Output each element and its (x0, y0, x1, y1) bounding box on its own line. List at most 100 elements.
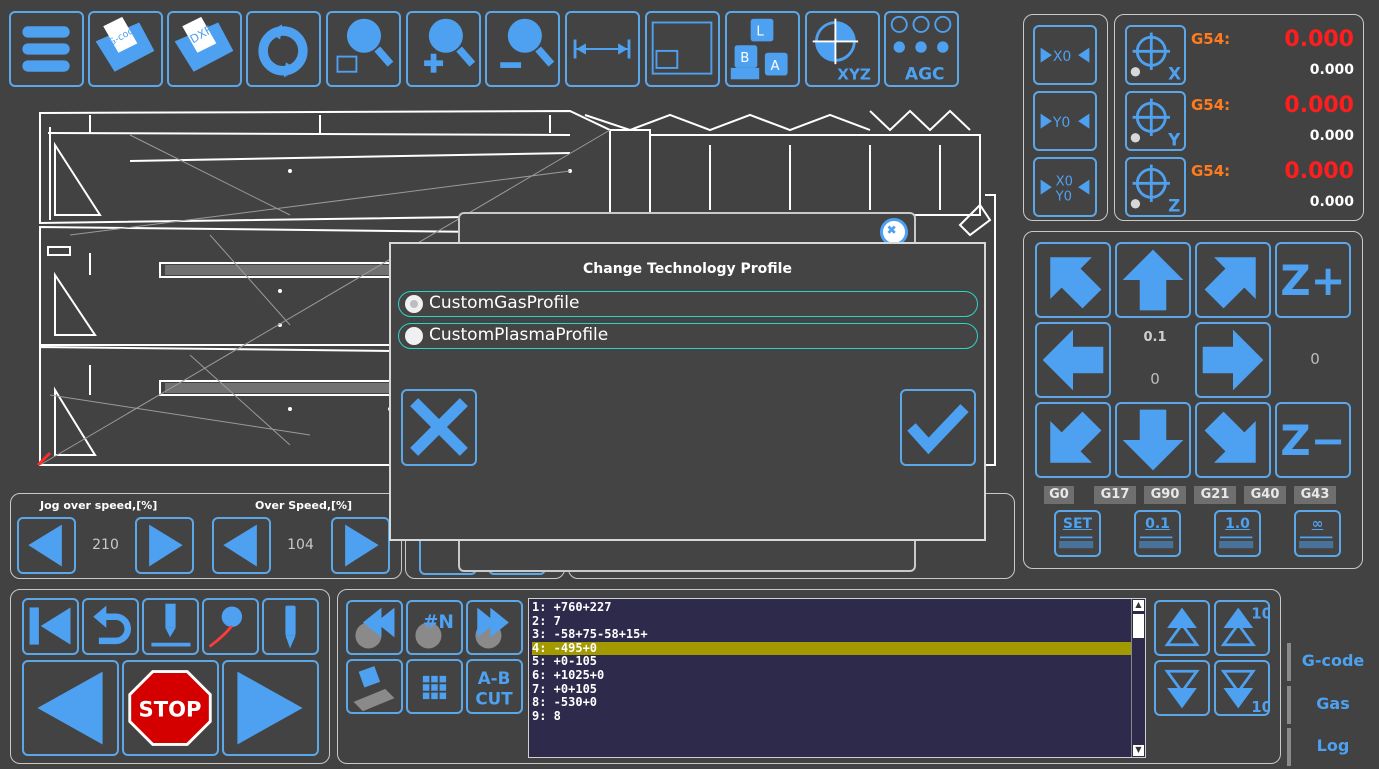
double-arrow-up-icon: 10 (1220, 605, 1268, 647)
return-button[interactable] (82, 598, 139, 655)
run-forward-button[interactable] (222, 660, 319, 756)
tab-gas[interactable]: Gas (1294, 694, 1372, 713)
over-speed-increase-button[interactable] (331, 517, 390, 574)
listing-scrollbar[interactable]: ▲ ▼ (1131, 599, 1145, 757)
zoom-in-button[interactable] (406, 11, 481, 87)
layers-button[interactable]: L B A (725, 11, 800, 87)
set-x0y0-button[interactable]: X0 Y0 (1033, 157, 1097, 217)
tab-log[interactable]: Log (1294, 736, 1372, 755)
torch-button-3[interactable] (262, 598, 319, 655)
ok-button[interactable] (900, 389, 976, 466)
gear-number-icon: #N (415, 612, 454, 649)
program-line[interactable]: 2: 7 (532, 614, 1134, 629)
fit-view-button[interactable] (645, 11, 720, 87)
tab-indicator (1287, 643, 1291, 681)
jog-down-button[interactable] (1115, 402, 1191, 478)
agc-button[interactable]: AGC (884, 11, 959, 87)
jog-speed-increase-button[interactable] (135, 517, 194, 574)
fit-view-icon (651, 21, 713, 75)
jog-up-button[interactable] (1115, 242, 1191, 318)
rotate-sheet-button[interactable] (346, 659, 403, 714)
zoom-window-button[interactable] (326, 11, 401, 87)
profile-option-plasma[interactable]: CustomPlasmaProfile (398, 323, 978, 349)
open-dxf-button[interactable]: DXF (167, 11, 242, 87)
profile-option-gas[interactable]: CustomGasProfile (398, 291, 978, 317)
menu-button[interactable] (9, 11, 84, 87)
program-line[interactable]: 3: -58+75-58+15+ (532, 628, 1134, 642)
program-line[interactable]: 5: +0-105 (532, 655, 1134, 669)
goto-line-button[interactable]: #N (406, 600, 463, 655)
set-y0-button[interactable]: Y0 (1033, 91, 1097, 151)
jog-down-left-button[interactable] (1035, 402, 1111, 478)
jog-z-plus-button[interactable]: Z+ (1275, 242, 1351, 318)
line-down-10-button[interactable]: 10 (1214, 660, 1270, 716)
step-size-button[interactable]: 0.1 (1134, 510, 1181, 557)
torch-pierce-icon (151, 603, 191, 647)
program-line[interactable]: 6: +1025+0 (532, 668, 1134, 683)
svg-text:Y: Y (1167, 129, 1181, 149)
program-line[interactable]: 8: -530+0 (532, 696, 1134, 710)
arrow-left-icon (1042, 329, 1104, 391)
gcode-listing[interactable]: 1: +760+227 2: 7 3: -58+75-58+15+ 4: -495+0… (528, 598, 1146, 758)
scroll-thumb[interactable] (1133, 614, 1144, 638)
gear-rewind-icon (355, 607, 395, 649)
coord-label: G54: (1191, 30, 1231, 48)
jog-right-button[interactable] (1195, 322, 1271, 398)
tab-g-code[interactable]: G-code (1294, 651, 1372, 670)
scroll-up-icon[interactable]: ▲ (1133, 600, 1144, 611)
home-y-button[interactable]: Y (1125, 91, 1186, 151)
line-down-button[interactable] (1154, 660, 1210, 716)
step-size-button[interactable]: 1.0 (1214, 510, 1261, 557)
over-speed-label: Over Speed,[%] (255, 499, 353, 512)
program-line[interactable]: 1: +760+227 (532, 600, 1134, 615)
home-z-button[interactable]: Z (1125, 157, 1186, 217)
scroll-down-icon[interactable]: ▼ (1133, 745, 1144, 756)
double-arrow-down-icon: 10 (1220, 669, 1268, 714)
path-button[interactable] (202, 598, 259, 655)
dxf-folder-icon: DXF (174, 16, 234, 72)
svg-text:#N: #N (423, 612, 454, 633)
jog-z-minus-button[interactable]: Z− (1275, 402, 1351, 478)
prev-contour-button[interactable] (346, 600, 403, 655)
stop-button[interactable]: STOP (122, 660, 219, 756)
jog-speed-decrease-button[interactable] (17, 517, 76, 574)
pierce-button[interactable] (142, 598, 199, 655)
zoom-out-button[interactable] (485, 11, 560, 87)
measure-icon (573, 39, 631, 59)
zoom-out-icon (500, 18, 555, 68)
arrow-down-icon (1122, 409, 1184, 471)
jog-step-label: 0.1 (1143, 330, 1167, 345)
array-button[interactable] (406, 659, 463, 714)
program-line[interactable]: 4: -495+0 (532, 641, 1134, 656)
program-line[interactable]: 7: +0+105 (532, 682, 1134, 697)
jog-up-right-button[interactable] (1195, 242, 1271, 318)
jog-up-left-button[interactable] (1035, 242, 1111, 318)
ab-cut-button[interactable]: A-B CUT (466, 659, 523, 714)
reload-button[interactable] (246, 11, 321, 87)
rewind-start-button[interactable] (22, 598, 79, 655)
jog-down-right-button[interactable] (1195, 402, 1271, 478)
grid-icon (422, 675, 447, 700)
run-backward-button[interactable] (22, 660, 119, 756)
step-size-button[interactable]: SET (1054, 510, 1101, 557)
xyz-button[interactable]: XYZ (805, 11, 880, 87)
step-size-button[interactable]: ∞ (1294, 510, 1341, 557)
open-gcode-button[interactable]: G-code (88, 11, 163, 87)
cancel-button[interactable] (401, 389, 477, 466)
measure-button[interactable] (565, 11, 640, 87)
profile-option-label: CustomGasProfile (429, 293, 580, 313)
program-line[interactable]: 9: 8 (532, 709, 1134, 724)
svg-text:B: B (740, 51, 749, 66)
z-plus-icon: Z+ (1280, 256, 1345, 305)
svg-text:AGC: AGC (905, 64, 945, 84)
jog-left-button[interactable] (1035, 322, 1111, 398)
line-up-button[interactable] (1154, 600, 1210, 656)
hamburger-icon (22, 26, 70, 72)
xyz-target-icon: XYZ (812, 18, 871, 83)
home-x-button[interactable]: X (1125, 25, 1186, 85)
set-x0-button[interactable]: X0 (1033, 25, 1097, 85)
line-up-10-button[interactable]: 10 (1214, 600, 1270, 656)
skip-start-icon (29, 607, 71, 645)
next-contour-button[interactable] (466, 600, 523, 655)
over-speed-decrease-button[interactable] (212, 517, 271, 574)
